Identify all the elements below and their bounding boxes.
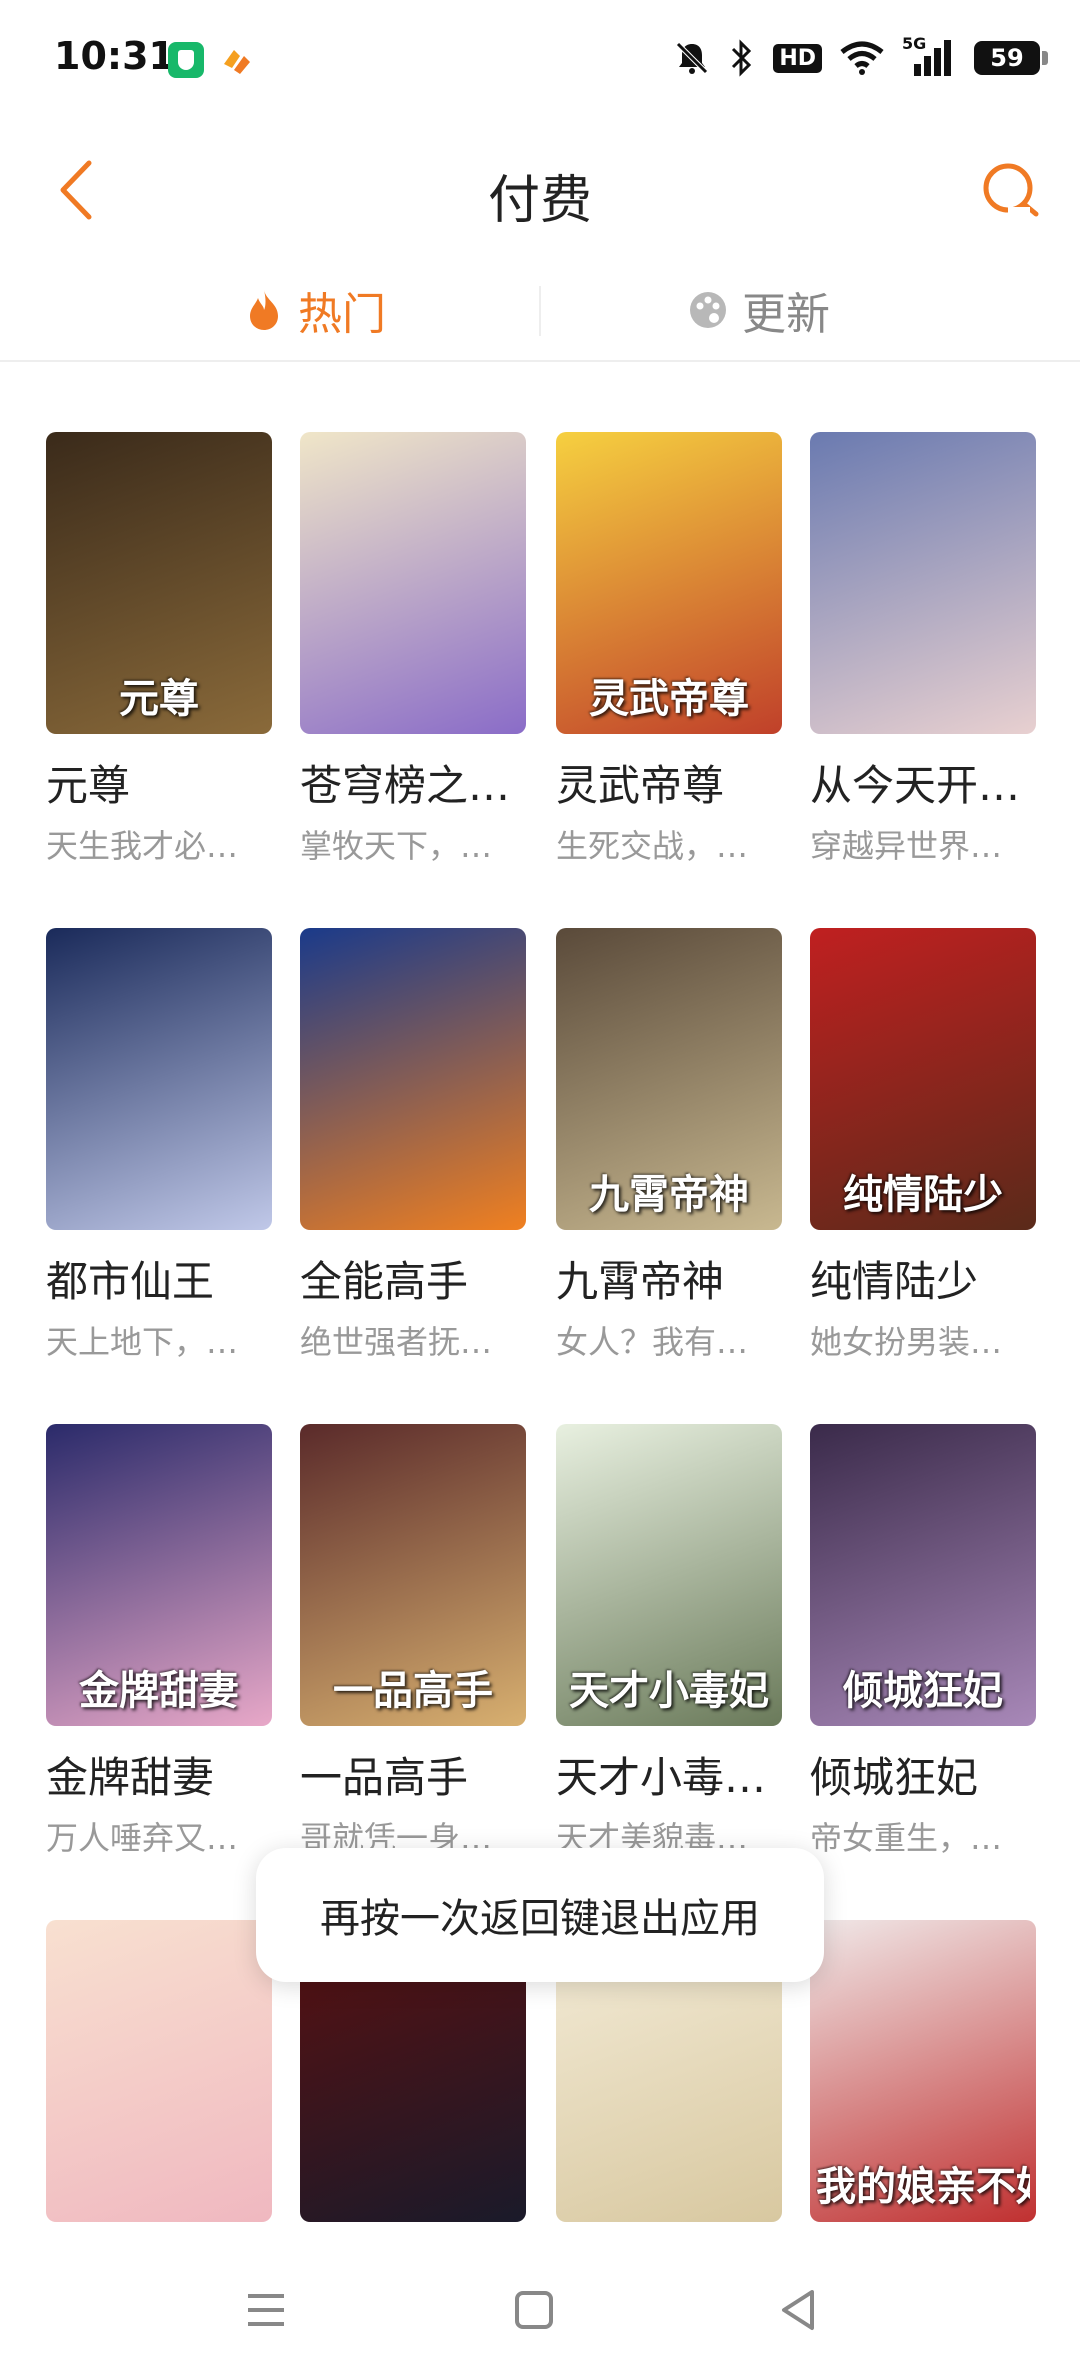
shield-app-icon [168,42,204,78]
comic-card[interactable] [46,1920,272,2222]
back-triangle-icon [782,2290,814,2330]
cover-title-text: 九霄帝神 [589,1171,749,1218]
comic-card[interactable]: 金牌甜妻 金牌甜妻 万人唾弃又… [46,1424,272,1859]
comic-description: 万人唾弃又… [46,1819,239,1857]
menu-icon [248,2294,284,2326]
comic-title: 倾城狂妃 [810,1753,979,1802]
wifi-icon [840,38,884,78]
comic-cover[interactable]: 纯情陆少 [810,928,1036,1230]
comic-title: 一品高手 [300,1753,469,1802]
system-nav-bar [0,2240,1080,2376]
comic-description: 掌牧天下，… [300,827,493,865]
comic-card[interactable]: 苍穹榜之… 掌牧天下，… [300,432,526,867]
mute-bell-icon [673,38,711,78]
comic-cover[interactable]: 一品高手 [300,1424,526,1726]
comic-title: 全能高手 [300,1257,469,1306]
comic-cover[interactable] [46,1920,272,2222]
comic-description: 天上地下，… [46,1323,239,1361]
tab-divider [539,286,541,336]
comic-title: 元尊 [46,761,131,810]
menu-button[interactable] [236,2280,296,2340]
comic-card[interactable]: 一品高手 一品高手 哥就凭一身… [300,1424,526,1859]
palette-icon [690,292,726,328]
comic-cover[interactable]: 我的娘亲不好惹 [810,1920,1036,2222]
comic-card[interactable]: 都市仙王天上地下，… [46,928,272,1363]
comic-cover[interactable]: 天才小毒妃 [556,1424,782,1726]
tab-bar: 热门 更新 [0,260,1080,362]
tab-label: 热门 [298,289,386,340]
home-button[interactable] [504,2280,564,2340]
comic-description: 帝女重生，… [810,1819,1003,1857]
comic-cover[interactable] [300,432,526,734]
cover-title-text: 元尊 [119,675,199,722]
comic-title: 天才小毒… [556,1753,767,1802]
cover-title-text: 我的娘亲不好惹 [816,2163,1030,2210]
comic-card[interactable]: 倾城狂妃 倾城狂妃 帝女重生，… [810,1424,1036,1859]
nav-back-button[interactable] [768,2280,828,2340]
comic-description: 生死交战，… [556,827,749,865]
comic-cover[interactable] [46,928,272,1230]
search-icon [983,163,1039,217]
status-bar: 10:31 HD 5G 59 [0,0,1080,120]
exit-toast: 再按一次返回键退出应用 [256,1848,824,1982]
page-title: 付费 [487,171,592,231]
comic-cover[interactable]: 元尊 [46,432,272,734]
comic-card[interactable]: 纯情陆少 纯情陆少 她女扮男装… [810,928,1036,1363]
comic-description: 穿越异世界… [810,827,1003,865]
comic-cover[interactable] [300,928,526,1230]
cover-title-text: 一品高手 [333,1667,493,1714]
battery-icon: 59 [974,41,1048,75]
search-button[interactable] [970,150,1050,230]
tab-hot[interactable]: 热门 [244,260,386,360]
comic-card[interactable]: 灵武帝尊 灵武帝尊 生死交战，… [556,432,782,867]
comic-description: 她女扮男装… [810,1323,1003,1361]
comic-title: 九霄帝神 [556,1257,725,1306]
comic-card[interactable]: 元尊 元尊 天生我才必… [46,432,272,867]
comic-title: 纯情陆少 [810,1257,979,1306]
cellular-signal-icon: 5G [902,34,956,78]
comic-cover[interactable] [810,432,1036,734]
comic-card[interactable]: 从今天开… 穿越异世界… [810,432,1036,867]
tab-label: 更新 [742,289,830,340]
tab-new[interactable]: 更新 [688,260,830,360]
comic-card[interactable]: 天才小毒妃 天才小毒… 天才美貌毒… [556,1424,782,1859]
app-header: 付费 [0,130,1080,250]
flame-icon [250,290,278,330]
status-time: 10:31 [54,34,175,78]
comic-card[interactable]: 我的娘亲不好惹 [810,1920,1036,2222]
comic-title: 灵武帝尊 [556,761,725,810]
cover-title-text: 天才小毒妃 [569,1667,769,1714]
comic-description: 天生我才必… [46,827,239,865]
cover-title-text: 金牌甜妻 [79,1667,239,1714]
comic-description: 绝世强者抚… [300,1323,493,1361]
comic-cover[interactable]: 倾城狂妃 [810,1424,1036,1726]
comic-cover[interactable]: 金牌甜妻 [46,1424,272,1726]
comic-card[interactable]: 全能高手绝世强者抚… [300,928,526,1363]
cover-title-text: 纯情陆少 [843,1171,1003,1218]
comic-cover[interactable]: 九霄帝神 [556,928,782,1230]
comic-cover[interactable]: 灵武帝尊 [556,432,782,734]
hd-icon: HD [773,38,822,78]
app-notification-icon [218,42,254,78]
cover-title-text: 倾城狂妃 [843,1667,1003,1714]
comic-title: 苍穹榜之… [300,761,511,810]
comic-card[interactable]: 九霄帝神 九霄帝神 女人？我有… [556,928,782,1363]
bluetooth-icon [729,38,755,78]
home-square-icon [515,2291,553,2329]
comic-title: 从今天开… [810,761,1021,810]
comic-title: 金牌甜妻 [46,1753,215,1802]
cover-title-text: 灵武帝尊 [589,675,749,722]
comic-description: 女人？我有… [556,1323,749,1361]
comic-title: 都市仙王 [46,1257,215,1306]
